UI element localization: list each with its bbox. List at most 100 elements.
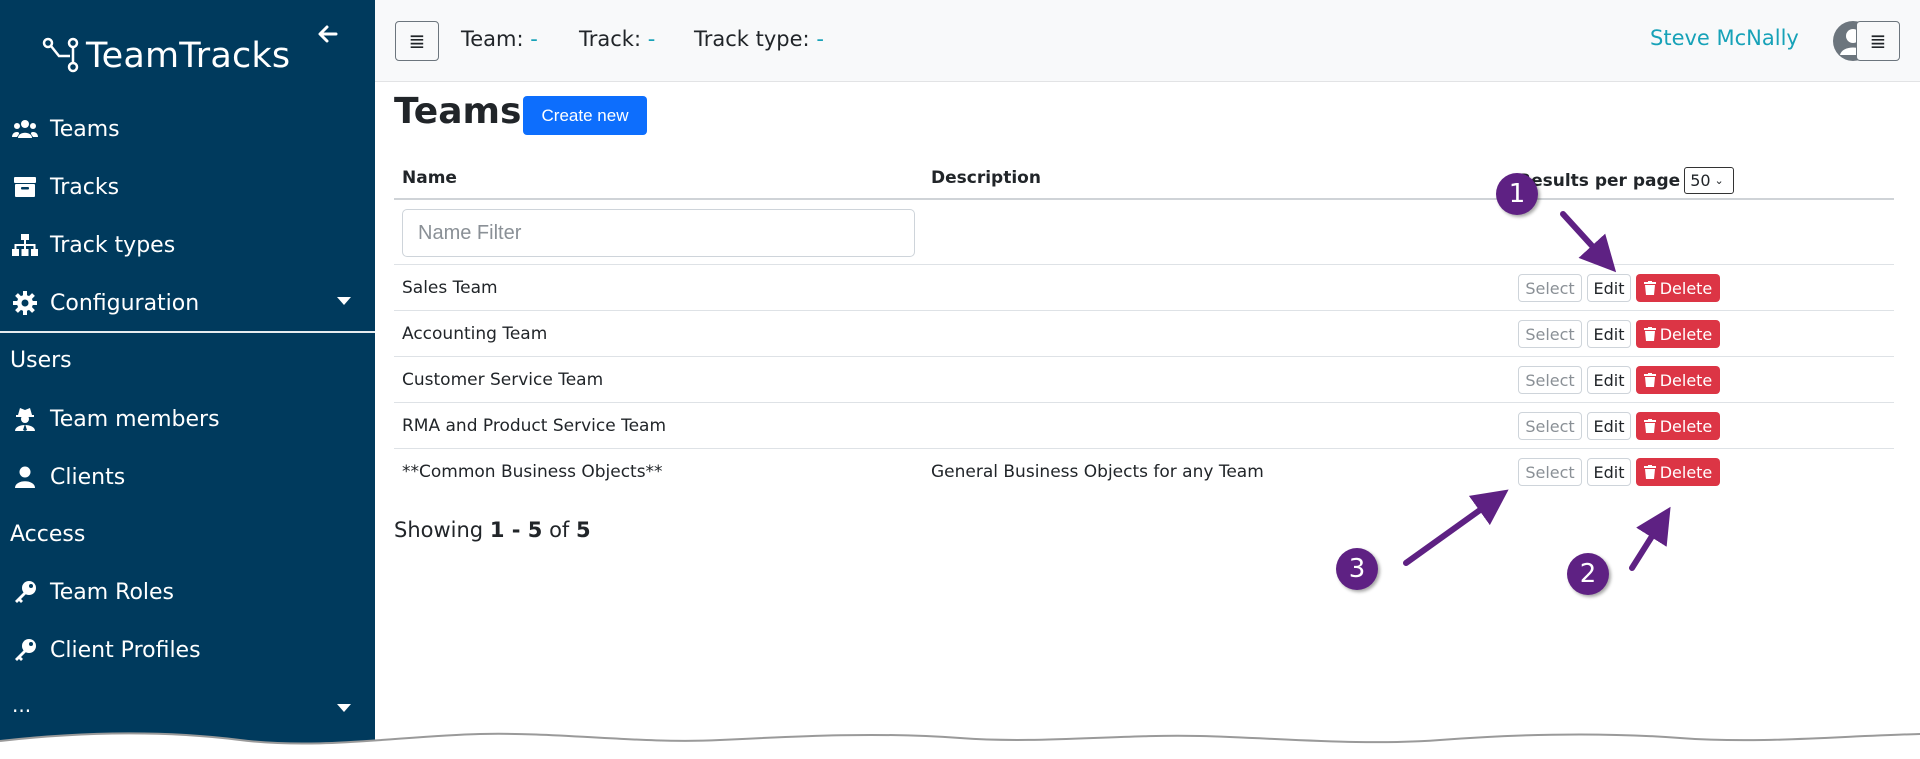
key-icon (12, 579, 38, 605)
sidebar-item-tracks[interactable]: Tracks (0, 161, 375, 213)
team-label: Team: (461, 27, 524, 51)
team-name-cell: Sales Team (402, 278, 498, 298)
sidebar-item-label: Team members (50, 406, 220, 432)
results-per-page-label: Results per page (1518, 170, 1681, 191)
user-icon (12, 464, 38, 490)
top-bar: ≣ Team: - Track: - Track type: - Steve M… (375, 0, 1920, 82)
row-divider (394, 310, 1894, 311)
edit-button[interactable]: Edit (1587, 412, 1631, 440)
hamburger-icon: ≣ (408, 29, 426, 53)
track-selector[interactable]: Track: - (579, 27, 655, 51)
chevron-down-icon (337, 297, 351, 305)
delete-button[interactable]: Delete (1636, 274, 1720, 302)
edit-button[interactable]: Edit (1587, 274, 1631, 302)
sidebar-item-label: ... (12, 693, 32, 717)
sidebar-item-team-roles[interactable]: Team Roles (0, 566, 375, 618)
collapse-sidebar-arrow-icon[interactable] (316, 22, 340, 46)
brand[interactable]: TeamTracks (42, 36, 290, 76)
edit-button[interactable]: Edit (1587, 458, 1631, 486)
sidebar-item-label: Track types (50, 232, 176, 258)
showing-of: of (549, 518, 570, 542)
select-button[interactable]: Select (1518, 412, 1582, 440)
delete-button[interactable]: Delete (1636, 320, 1720, 348)
brand-name: TeamTracks (86, 36, 291, 76)
sidebar: TeamTracks Teams Tracks Track types Conf… (0, 0, 375, 759)
column-header-name[interactable]: Name (402, 168, 457, 188)
track-type-selector[interactable]: Track type: - (694, 27, 824, 51)
sidebar-item-configuration[interactable]: Configuration (0, 277, 375, 329)
page-title: Teams (394, 91, 522, 132)
chevron-down-icon (337, 704, 351, 712)
team-value: - (530, 27, 538, 51)
results-per-page-value: 50 (1690, 171, 1711, 190)
sidebar-item-label: Tracks (50, 174, 120, 200)
main-content: Teams Create new Name Description Result… (375, 82, 1920, 759)
menu-toggle-button[interactable]: ≣ (395, 21, 439, 61)
sidebar-item-label: Clients (50, 464, 126, 490)
sidebar-item-client-profiles[interactable]: Client Profiles (0, 624, 375, 676)
sidebar-item-label: Team Roles (50, 579, 175, 605)
delete-label: Delete (1659, 324, 1713, 344)
sidebar-item-label: Client Profiles (50, 637, 201, 663)
sidebar-section-users: Users (10, 348, 72, 373)
sidebar-section-access: Access (10, 522, 86, 547)
track-type-label: Track type: (694, 27, 810, 51)
trash-icon (1643, 327, 1656, 341)
team-name-cell: **Common Business Objects** (402, 462, 663, 482)
team-selector[interactable]: Team: - (461, 27, 538, 51)
sitemap-icon (12, 232, 38, 258)
delete-label: Delete (1659, 416, 1713, 436)
create-new-button[interactable]: Create new (523, 96, 647, 135)
delete-label: Delete (1659, 462, 1713, 482)
showing-prefix: Showing (394, 518, 484, 542)
select-button[interactable]: Select (1518, 366, 1582, 394)
delete-button[interactable]: Delete (1636, 366, 1720, 394)
showing-total: 5 (576, 518, 591, 542)
app-root: TeamTracks Teams Tracks Track types Conf… (0, 0, 1920, 759)
showing-range: 1 - 5 (489, 518, 543, 542)
select-button[interactable]: Select (1518, 320, 1582, 348)
sidebar-item-team-members[interactable]: Team members (0, 393, 375, 445)
pagination-summary: Showing 1 - 5 of 5 (394, 518, 591, 542)
users-icon (12, 116, 38, 142)
edit-button[interactable]: Edit (1587, 366, 1631, 394)
select-button[interactable]: Select (1518, 458, 1582, 486)
sidebar-item-teams[interactable]: Teams (0, 103, 375, 155)
sidebar-item-label: Teams (50, 116, 120, 142)
user-secret-icon (12, 406, 38, 432)
options-menu-button[interactable]: ≣ (1856, 21, 1900, 61)
delete-button[interactable]: Delete (1636, 412, 1720, 440)
team-description-cell: General Business Objects for any Team (931, 462, 1264, 482)
track-label: Track: (579, 27, 642, 51)
hamburger-icon: ≣ (1869, 29, 1887, 53)
header-divider (394, 198, 1894, 200)
key-icon (12, 637, 38, 663)
select-button[interactable]: Select (1518, 274, 1582, 302)
user-name-link[interactable]: Steve McNally (1650, 26, 1799, 50)
sidebar-item-label: Configuration (50, 290, 200, 316)
sidebar-item-clients[interactable]: Clients (0, 451, 375, 503)
team-name-cell: Accounting Team (402, 324, 548, 344)
trash-icon (1643, 373, 1656, 387)
team-name-cell: RMA and Product Service Team (402, 416, 667, 436)
sidebar-item-track-types[interactable]: Track types (0, 219, 375, 271)
delete-button[interactable]: Delete (1636, 458, 1720, 486)
name-filter-input[interactable] (402, 209, 915, 257)
delete-label: Delete (1659, 278, 1713, 298)
teamtracks-logo-icon (42, 37, 79, 73)
delete-label: Delete (1659, 370, 1713, 390)
track-type-value: - (816, 27, 824, 51)
trash-icon (1643, 465, 1656, 479)
edit-button[interactable]: Edit (1587, 320, 1631, 348)
track-value: - (647, 27, 656, 51)
team-name-cell: Customer Service Team (402, 370, 604, 390)
column-header-description[interactable]: Description (931, 168, 1041, 188)
torn-edge-decoration (0, 732, 1920, 759)
gear-icon (12, 290, 38, 316)
row-divider (394, 448, 1894, 449)
results-per-page-select[interactable]: 50 ⌄ (1684, 167, 1735, 194)
chevron-down-icon: ⌄ (1714, 174, 1724, 187)
results-per-page: Results per page 50 ⌄ (1518, 167, 1735, 194)
row-divider (394, 402, 1894, 403)
row-divider (394, 264, 1894, 265)
